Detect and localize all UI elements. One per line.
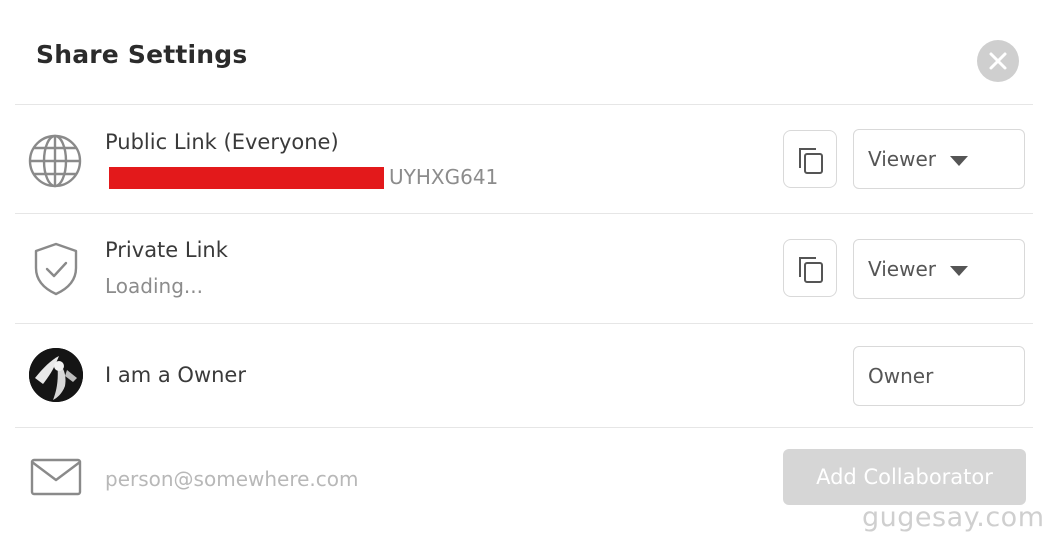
public-link-url: UYHXG641 [389,165,499,189]
dialog-title: Share Settings [36,40,248,69]
private-link-role-label: Viewer [868,257,936,281]
private-link-status: Loading... [105,274,203,298]
envelope-icon [30,458,82,496]
owner-role-field: Owner [853,346,1025,406]
public-link-title: Public Link (Everyone) [105,130,339,154]
caret-down-icon [950,156,968,166]
public-link-role-select[interactable]: Viewer [853,129,1025,189]
owner-role-label: Owner [868,364,934,388]
shield-check-icon [34,242,78,296]
owner-name: I am a Owner [105,363,246,387]
watermark: gugesay.com [862,502,1045,533]
globe-icon [28,134,82,188]
close-button[interactable] [977,40,1019,82]
collaborator-email-input[interactable] [105,459,665,499]
copy-public-link-button[interactable] [783,130,837,188]
close-icon [989,52,1007,70]
dialog-header: Share Settings [0,0,1052,105]
copy-private-link-button[interactable] [783,239,837,297]
redacted-url-block [109,167,384,189]
private-link-title: Private Link [105,238,228,262]
caret-down-icon [950,266,968,276]
private-link-role-select[interactable]: Viewer [853,239,1025,299]
share-settings-dialog: Share Settings Public Link (Everyone) UY… [0,0,1052,536]
copy-icon [799,257,823,283]
avatar [29,348,83,402]
owner-row: I am a Owner Owner [15,324,1033,426]
public-link-row: Public Link (Everyone) UYHXG641 Viewer [15,105,1033,213]
copy-icon [799,148,823,174]
add-collaborator-button[interactable]: Add Collaborator [783,449,1026,505]
public-link-role-label: Viewer [868,147,936,171]
private-link-row: Private Link Loading... Viewer [15,214,1033,322]
